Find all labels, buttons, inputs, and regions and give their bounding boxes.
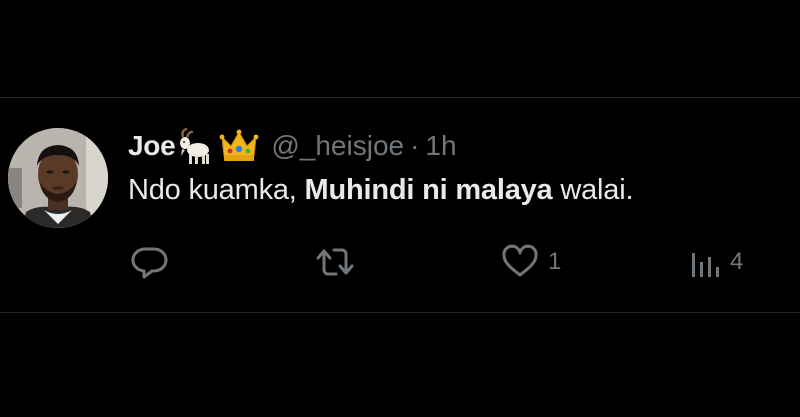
- display-name[interactable]: Joe: [128, 130, 176, 162]
- tweet-text-bold: Muhindi ni malaya: [304, 174, 553, 206]
- retweet-button[interactable]: [314, 242, 356, 282]
- avatar[interactable]: [8, 128, 108, 228]
- action-bar: 1 4: [0, 242, 800, 282]
- timestamp[interactable]: 1h: [425, 130, 456, 162]
- tweet-text-part: walai.: [552, 174, 634, 206]
- like-count: 1: [548, 248, 562, 275]
- reply-icon: [130, 242, 170, 282]
- crown-emoji-icon: [219, 126, 259, 166]
- retweet-icon: [314, 242, 356, 282]
- views-icon: [690, 242, 722, 282]
- heart-icon: [500, 242, 540, 282]
- separator-dot: ·: [410, 130, 420, 161]
- user-handle[interactable]: @_heisjoe: [271, 130, 404, 162]
- divider: [0, 97, 800, 98]
- views-button[interactable]: 4: [690, 242, 743, 282]
- tweet-text: Ndo kuamka, Muhindi ni malaya walai.: [128, 174, 634, 207]
- like-button[interactable]: 1: [500, 242, 561, 282]
- views-count: 4: [730, 248, 744, 275]
- tweet-card: Joe @_heisjoe · 1h Ndo kuamka, Muhindi n…: [0, 0, 800, 417]
- tweet-text-part: Ndo kuamka,: [128, 174, 305, 206]
- tweet-header: Joe @_heisjoe · 1h: [128, 124, 457, 168]
- reply-button[interactable]: [130, 242, 170, 282]
- divider: [0, 312, 800, 313]
- goat-emoji-icon: [177, 126, 217, 166]
